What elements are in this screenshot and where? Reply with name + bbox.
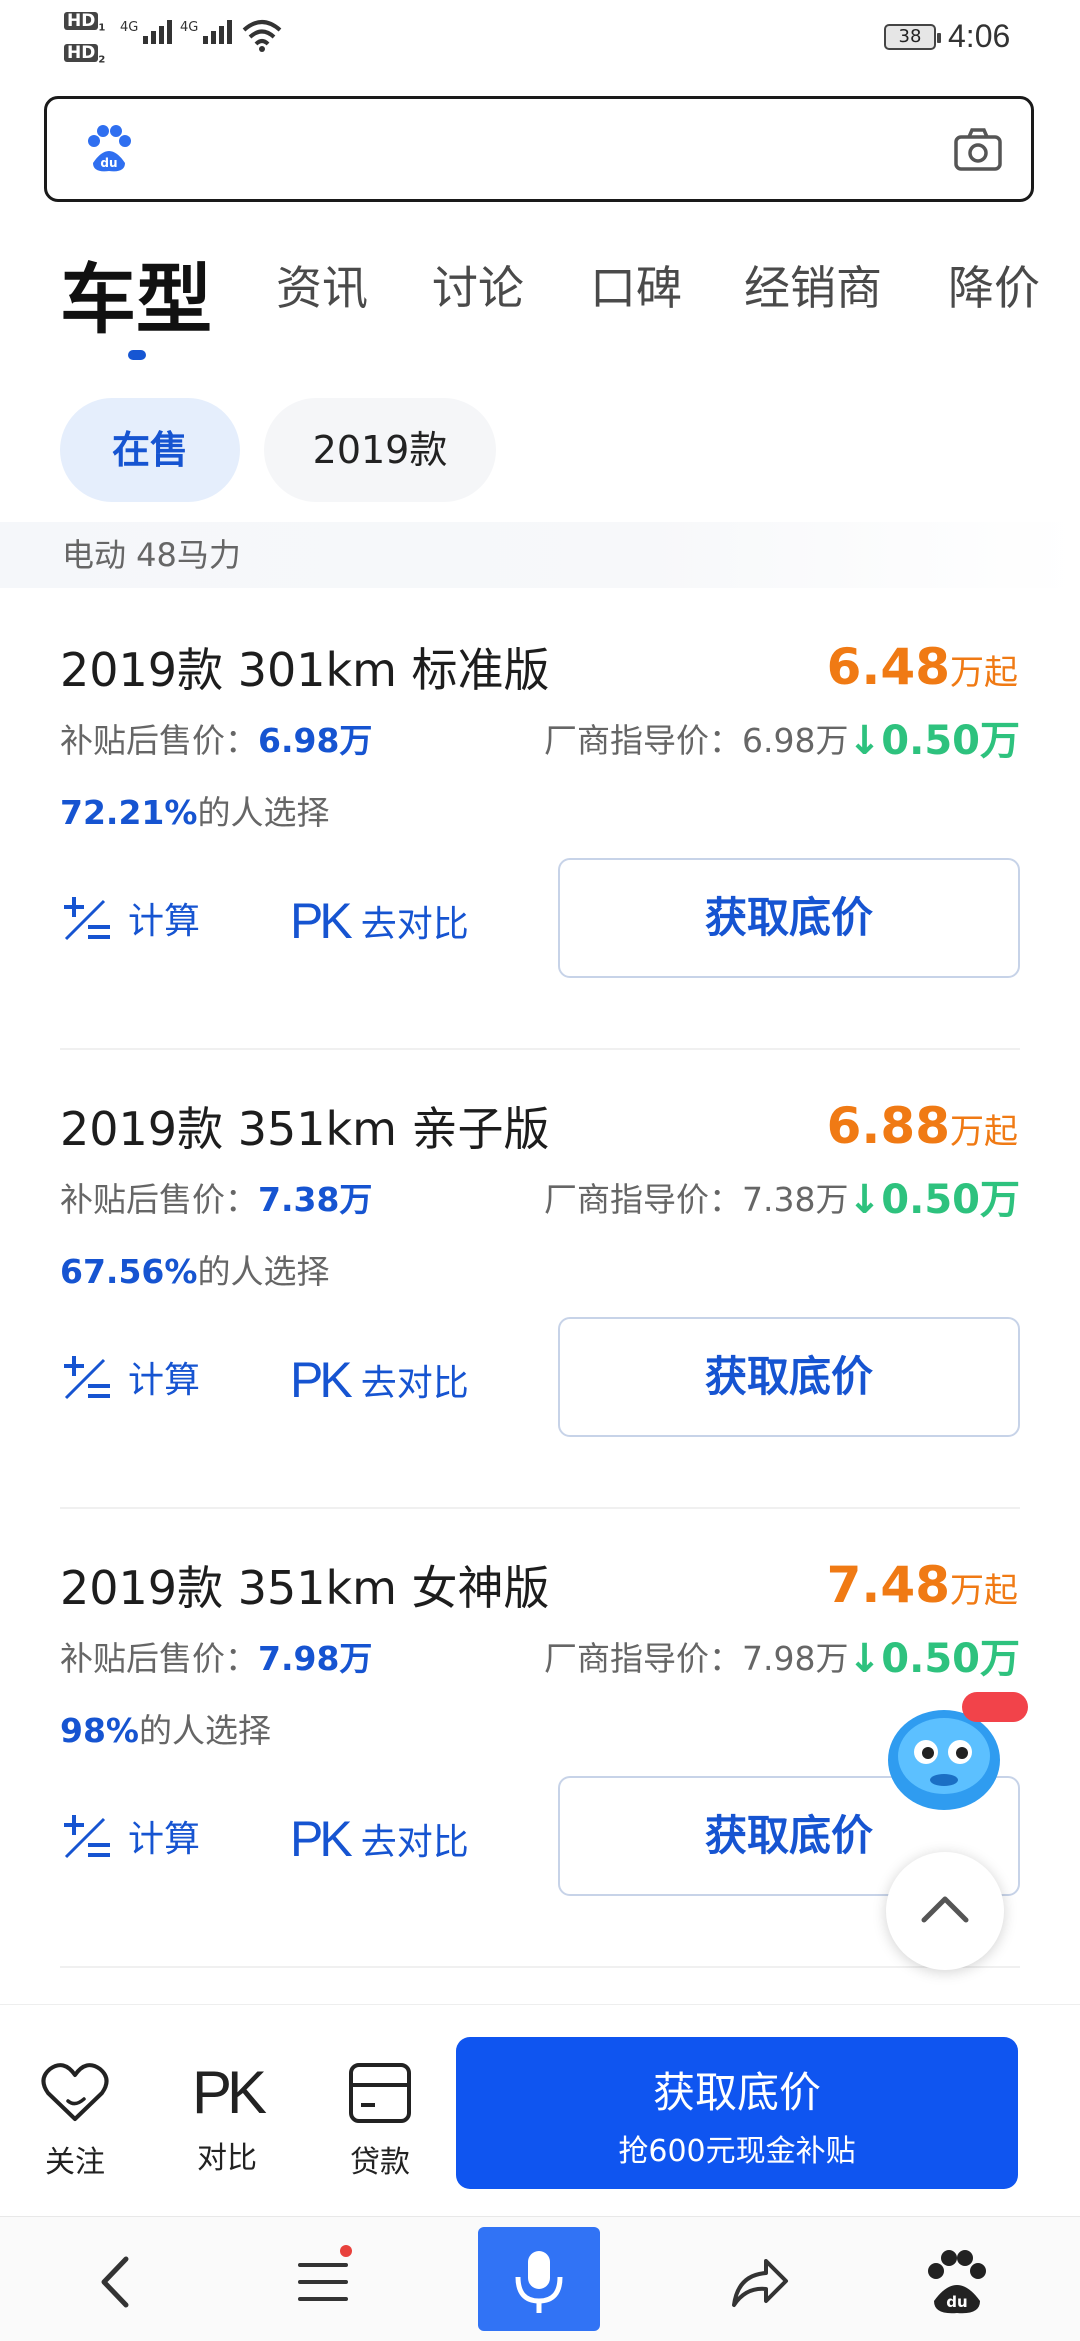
compare-tab-button[interactable]: PK 对比 (172, 2061, 282, 2177)
variant-title: 2019款 301km 标准版 (60, 643, 550, 697)
loan-button[interactable]: 贷款 (325, 2061, 435, 2181)
pk-icon: PK (290, 1352, 353, 1408)
scroll-top-button[interactable] (886, 1852, 1004, 1970)
menu-icon[interactable] (288, 2247, 358, 2317)
primary-button-title: 获取底价 (652, 2068, 821, 2117)
baidu-paw-icon: du (88, 125, 131, 172)
camera-icon[interactable] (953, 127, 1003, 173)
calculate-button[interactable]: 计算 (60, 892, 200, 952)
pk-icon: PK (191, 2059, 267, 2126)
clock: 4:06 (948, 18, 1011, 54)
calculate-button[interactable]: 计算 (60, 1351, 200, 1411)
tab-reviews[interactable]: 口碑 (590, 252, 682, 318)
tab-dealers[interactable]: 经销商 (744, 252, 882, 318)
price-drop: ↓0.50万 (847, 1636, 1020, 1682)
wifi-icon (242, 20, 282, 52)
svg-text:du: du (946, 2293, 967, 2311)
engine-group-header: 电动 48马力 (0, 522, 1080, 588)
calculator-icon (64, 897, 110, 941)
get-floor-price-button[interactable]: 获取底价 (558, 858, 1020, 978)
search-input[interactable] (157, 99, 917, 199)
tab-discussion[interactable]: 讨论 (432, 252, 524, 318)
baidu-paw-icon[interactable]: du (922, 2247, 992, 2317)
compare-button[interactable]: PK 去对比 (290, 1810, 469, 1870)
share-icon[interactable] (724, 2247, 794, 2317)
get-floor-price-button[interactable]: 获取底价 (558, 1317, 1020, 1437)
price-drop: ↓0.50万 (847, 718, 1020, 764)
signal-2: 4G (180, 20, 235, 44)
battery-icon: 38 (884, 24, 941, 50)
calculator-icon (64, 1356, 110, 1400)
variant-price: 6.88万起 (826, 1097, 1018, 1155)
msrp-price: 厂商指导价：7.98万 (544, 1639, 849, 1678)
status-bar: HD 1 HD 2 4G 4G 38 4:06 (0, 0, 1080, 80)
filter-on-sale[interactable]: 在售 (60, 398, 240, 502)
variant-title: 2019款 351km 亲子版 (60, 1102, 550, 1156)
variant-price: 6.48万起 (826, 638, 1018, 696)
search-bar[interactable]: du (44, 96, 1034, 202)
chevron-left-icon[interactable] (82, 2247, 152, 2317)
tab-price-drop[interactable]: 降价 (948, 252, 1040, 318)
compare-label: 对比 (197, 2141, 257, 2176)
group-header-label: 电动 48马力 (62, 536, 241, 574)
tab-bar: 车型 资讯 讨论 口碑 经销商 降价 (0, 238, 1080, 368)
variant-card[interactable]: 2019款 301km 标准版 6.48万起 补贴后售价：6.98万 厂商指导价… (0, 590, 1080, 1050)
choose-percent: 98%的人选择 (60, 1711, 271, 1750)
price-drop: ↓0.50万 (847, 1177, 1020, 1223)
mic-icon (515, 2251, 563, 2313)
divider (60, 1966, 1020, 1968)
tab-models[interactable]: 车型 (60, 238, 212, 348)
active-tab-indicator (128, 350, 146, 360)
hd-indicator-2: HD 2 (64, 44, 105, 69)
compare-button[interactable]: PK 去对比 (290, 892, 469, 952)
variant-card[interactable]: 2019款 351km 亲子版 6.88万起 补贴后售价：7.38万 厂商指导价… (0, 1049, 1080, 1509)
msrp-price: 厂商指导价：7.38万 (544, 1180, 849, 1219)
card-icon (349, 2063, 411, 2123)
variant-price: 7.48万起 (826, 1556, 1018, 1614)
follow-label: 关注 (45, 2145, 105, 2180)
tab-news[interactable]: 资讯 (276, 252, 368, 318)
chevron-up-icon (921, 1896, 969, 1923)
subsidy-price: 补贴后售价：7.98万 (60, 1639, 373, 1678)
msrp-price: 厂商指导价：6.98万 (544, 721, 849, 760)
voice-search-button[interactable] (478, 2227, 600, 2331)
calculate-button[interactable]: 计算 (60, 1810, 200, 1870)
browser-nav-bar: du (0, 2216, 1080, 2341)
get-floor-price-primary-button[interactable]: 获取底价 抢600元现金补贴 (456, 2037, 1018, 2189)
pk-icon: PK (290, 1811, 353, 1867)
hd-indicator-1: HD 1 (64, 12, 105, 37)
choose-percent: 72.21%的人选择 (60, 793, 330, 832)
calculator-icon (64, 1815, 110, 1859)
svg-text:du: du (100, 156, 117, 170)
variant-title: 2019款 351km 女神版 (60, 1561, 550, 1615)
choose-percent: 67.56%的人选择 (60, 1252, 330, 1291)
signal-bars-icon (143, 20, 175, 44)
notification-badge (962, 1692, 1028, 1722)
signal-bars-icon (203, 20, 235, 44)
signal-1: 4G (120, 20, 175, 44)
notification-dot (340, 2245, 352, 2257)
compare-button[interactable]: PK 去对比 (290, 1351, 469, 1411)
subsidy-price: 补贴后售价：6.98万 (60, 721, 373, 760)
subsidy-price: 补贴后售价：7.38万 (60, 1180, 373, 1219)
loan-label: 贷款 (350, 2145, 410, 2180)
follow-button[interactable]: 关注 (20, 2061, 130, 2181)
heart-icon (41, 2063, 109, 2121)
filter-year-2019[interactable]: 2019款 (264, 398, 496, 502)
action-bar: 关注 PK 对比 贷款 获取底价 抢600元现金补贴 (0, 2004, 1080, 2217)
primary-button-subtitle: 抢600元现金补贴 (618, 2134, 856, 2169)
pk-icon: PK (290, 893, 353, 949)
